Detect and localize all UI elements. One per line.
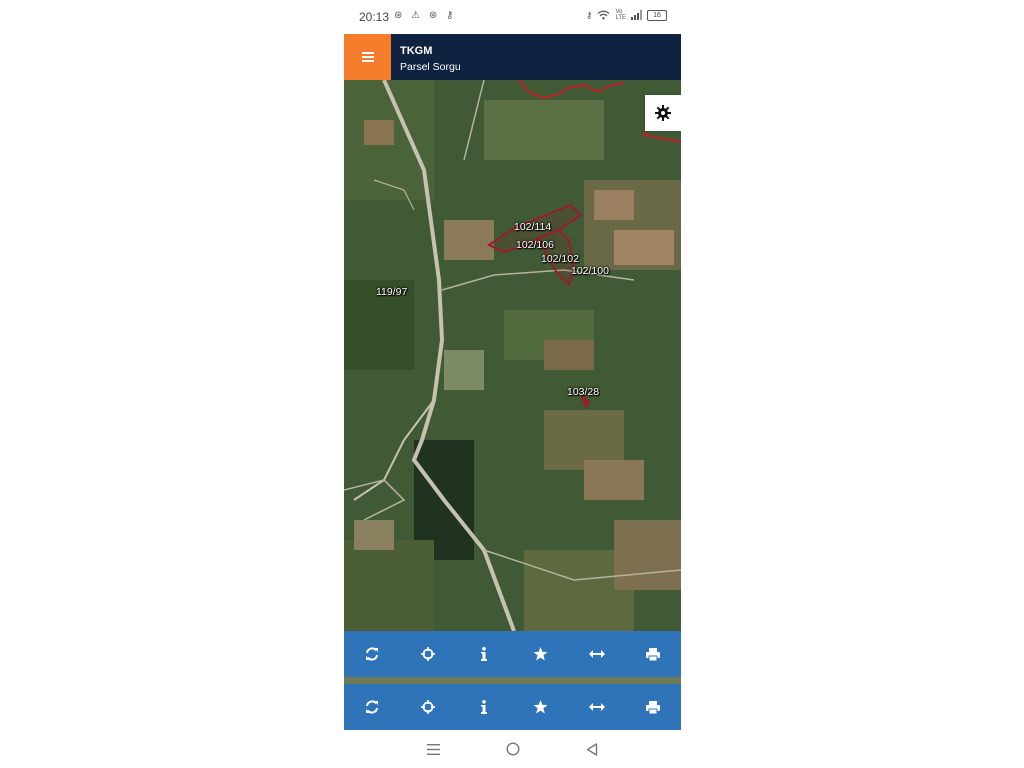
locate-icon (421, 700, 436, 714)
app-title: TKGM (400, 45, 433, 57)
print-button[interactable] (633, 634, 673, 674)
refresh-button[interactable] (352, 687, 392, 727)
locate-button[interactable] (408, 687, 448, 727)
star-icon (533, 647, 548, 661)
map-toolbar-secondary (344, 684, 681, 730)
locate-button[interactable] (408, 634, 448, 674)
battery-icon: 16 (647, 9, 667, 21)
system-nav-bar (344, 730, 681, 768)
phone-screen: 20:13 ⊛ ⚠ ⊛ ⚷ ⚷ Vo LTE 16 TKGM Parsel So… (344, 0, 681, 768)
parcel-label[interactable]: 119/97 (376, 286, 407, 298)
parcel-label[interactable]: 102/100 (571, 265, 609, 277)
info-button[interactable] (464, 634, 504, 674)
locate-icon (421, 647, 436, 661)
parcel-label[interactable]: 102/114 (514, 221, 551, 233)
print-icon (645, 700, 660, 714)
info-button[interactable] (464, 687, 504, 727)
refresh-button[interactable] (352, 634, 392, 674)
measure-icon (588, 650, 605, 658)
map-edge-strip (344, 677, 681, 684)
refresh-icon (366, 700, 379, 714)
map-imagery (344, 80, 681, 631)
hamburger-menu-icon (361, 52, 374, 62)
recent-apps-button[interactable] (419, 734, 449, 764)
menu-button[interactable] (344, 34, 391, 80)
key-icon: ⚷ (585, 9, 593, 20)
notification-icons: ⊛ ⚠ ⊛ ⚷ (394, 10, 456, 21)
status-right: ⚷ Vo LTE 16 (586, 9, 667, 21)
signal-app-icon: ⊛ (428, 10, 441, 21)
cell-signal-icon (631, 10, 642, 20)
refresh-icon (366, 647, 379, 661)
info-icon (481, 647, 488, 661)
status-bar: 20:13 ⊛ ⚠ ⊛ ⚷ ⚷ Vo LTE 16 (344, 0, 681, 34)
key-icon: ⚷ (446, 10, 457, 21)
app-bar: TKGM Parsel Sorgu (344, 34, 681, 80)
signal-app-icon: ⊛ (394, 10, 406, 21)
star-icon (533, 700, 548, 714)
back-button[interactable] (577, 734, 607, 764)
recent-apps-icon (427, 743, 440, 755)
parcel-label[interactable]: 102/106 (516, 239, 554, 251)
satellite-map[interactable]: 102/114 102/106 102/102 102/100 119/97 1… (344, 80, 681, 631)
volte-icon: Vo LTE (615, 9, 626, 21)
wifi-icon (598, 10, 610, 20)
measure-icon (588, 703, 605, 711)
settings-button[interactable] (645, 95, 681, 131)
home-icon (505, 742, 520, 756)
favorite-button[interactable] (521, 634, 561, 674)
app-subtitle: Parsel Sorgu (400, 61, 461, 73)
favorite-button[interactable] (521, 687, 561, 727)
parcel-label[interactable]: 102/102 (541, 253, 579, 265)
gear-icon (655, 105, 671, 121)
parcel-label[interactable]: 103/28 (567, 386, 599, 398)
warning-icon: ⚠ (411, 10, 424, 21)
measure-button[interactable] (577, 687, 617, 727)
print-icon (645, 647, 660, 661)
back-icon (586, 742, 597, 756)
info-icon (481, 700, 488, 714)
map-toolbar (344, 631, 681, 677)
measure-button[interactable] (577, 634, 617, 674)
status-time: 20:13 (359, 10, 390, 24)
print-button[interactable] (633, 687, 673, 727)
home-button[interactable] (498, 734, 528, 764)
